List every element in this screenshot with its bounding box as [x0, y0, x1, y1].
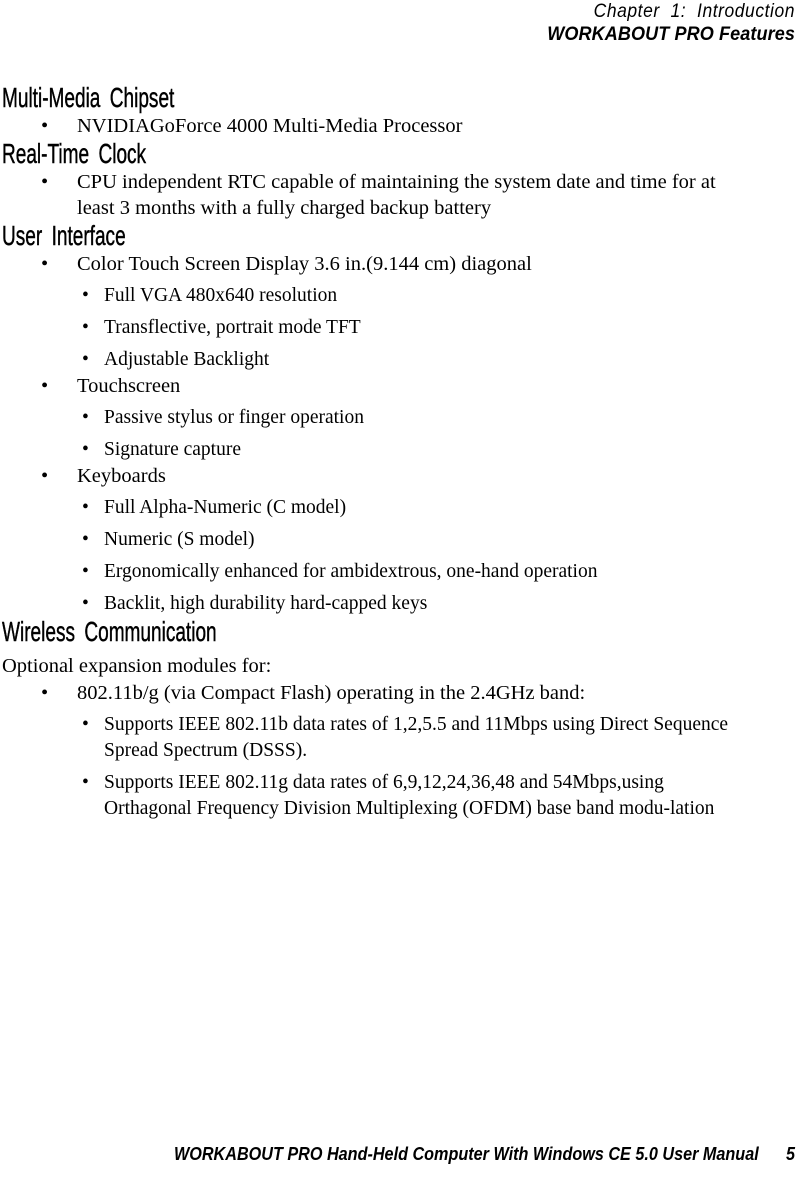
- bullet-glyph-icon: •: [41, 115, 49, 137]
- sub-list-item: • Full VGA 480x640 resolution: [77, 277, 747, 309]
- bullet-glyph-icon: •: [41, 465, 49, 487]
- bullet-list-multi-media-chipset: • NVIDIAGoForce 4000 Multi-Media Process…: [2, 113, 762, 139]
- list-item: • 802.11b/g (via Compact Flash) operatin…: [2, 680, 747, 822]
- list-item: • Color Touch Screen Display 3.6 in.(9.1…: [2, 251, 747, 373]
- list-item: • NVIDIAGoForce 4000 Multi-Media Process…: [2, 113, 747, 139]
- sub-list-item-text: Ergonomically enhanced for ambidextrous,…: [104, 561, 598, 582]
- bullet-glyph-icon: •: [82, 439, 89, 460]
- list-item-text: Color Touch Screen Display 3.6 in.(9.144…: [77, 253, 532, 275]
- sub-list-item: • Supports IEEE 802.11g data rates of 6,…: [77, 764, 747, 822]
- list-item-text: Keyboards: [77, 465, 166, 487]
- sub-list-item-text: Passive stylus or finger operation: [104, 407, 364, 428]
- sub-list-item-text: Signature capture: [104, 439, 241, 460]
- sub-bullet-list: • Passive stylus or finger operation • S…: [77, 399, 747, 463]
- sub-list-item-text: Full VGA 480x640 resolution: [104, 285, 338, 306]
- header-section-title: WORKABOUT PRO Features: [547, 24, 795, 45]
- sub-list-item-text: Supports IEEE 802.11g data rates of 6,9,…: [104, 772, 715, 819]
- sub-bullet-list: • Full Alpha-Numeric (C model) • Numeric…: [77, 489, 747, 617]
- sub-list-item: • Passive stylus or finger operation: [77, 399, 747, 431]
- header-chapter-label: Chapter 1: Introduction: [593, 1, 795, 22]
- sub-list-item-text: Numeric (S model): [104, 529, 255, 550]
- sub-list-item: • Adjustable Backlight: [77, 341, 747, 373]
- bullet-glyph-icon: •: [82, 714, 89, 735]
- bullet-glyph-icon: •: [41, 253, 49, 275]
- bullet-glyph-icon: •: [41, 375, 49, 397]
- sub-list-item: • Full Alpha-Numeric (C model): [77, 489, 747, 521]
- bullet-glyph-icon: •: [82, 529, 89, 550]
- list-item-text: Touchscreen: [77, 375, 181, 397]
- bullet-glyph-icon: •: [82, 285, 89, 306]
- bullet-glyph-icon: •: [82, 497, 89, 518]
- section-heading-user-interface: User Interface: [2, 220, 126, 251]
- running-footer: WORKABOUT PRO Hand-Held Computer With Wi…: [0, 1125, 795, 1183]
- bullet-glyph-icon: •: [82, 593, 89, 614]
- sub-bullet-list: • Supports IEEE 802.11b data rates of 1,…: [77, 706, 747, 822]
- list-item-text: CPU independent RTC capable of maintaini…: [77, 171, 716, 219]
- list-item: • Keyboards • Full Alpha-Numeric (C mode…: [2, 463, 747, 617]
- list-item: • Touchscreen • Passive stylus or finger…: [2, 373, 747, 463]
- page-content: Multi-Media Chipset • NVIDIAGoForce 4000…: [2, 82, 762, 822]
- section-heading-multi-media-chipset: Multi-Media Chipset: [2, 82, 175, 113]
- list-item: • CPU independent RTC capable of maintai…: [2, 169, 747, 221]
- list-item-text: 802.11b/g (via Compact Flash) operating …: [77, 682, 586, 704]
- list-item-text: NVIDIAGoForce 4000 Multi-Media Processor: [77, 115, 463, 137]
- sub-list-item-text: Transflective, portrait mode TFT: [104, 317, 361, 338]
- sub-list-item: • Signature capture: [77, 431, 747, 463]
- section-intro-paragraph: Optional expansion modules for:: [2, 655, 272, 677]
- sub-bullet-list: • Full VGA 480x640 resolution • Transfle…: [77, 277, 747, 373]
- sub-list-item: • Ergonomically enhanced for ambidextrou…: [77, 553, 747, 585]
- bullet-glyph-icon: •: [82, 317, 89, 338]
- bullet-glyph-icon: •: [41, 682, 49, 704]
- sub-list-item-text: Backlit, high durability hard-capped key…: [104, 593, 428, 614]
- running-header: Chapter 1: Introduction WORKABOUT PRO Fe…: [0, 0, 795, 47]
- bullet-glyph-icon: •: [82, 407, 89, 428]
- sub-list-item: • Transflective, portrait mode TFT: [77, 309, 747, 341]
- bullet-glyph-icon: •: [82, 772, 89, 793]
- sub-list-item: • Numeric (S model): [77, 521, 747, 553]
- section-heading-wireless-communication: Wireless Communication: [2, 616, 217, 647]
- bullet-list-user-interface: • Color Touch Screen Display 3.6 in.(9.1…: [2, 251, 762, 617]
- section-heading-real-time-clock: Real-Time Clock: [2, 138, 147, 169]
- sub-list-item-text: Full Alpha-Numeric (C model): [104, 497, 347, 518]
- document-page: Chapter 1: Introduction WORKABOUT PRO Fe…: [0, 0, 798, 1197]
- bullet-glyph-icon: •: [82, 561, 89, 582]
- bullet-glyph-icon: •: [41, 171, 49, 193]
- sub-list-item-text: Supports IEEE 802.11b data rates of 1,2,…: [104, 714, 729, 761]
- bullet-list-real-time-clock: • CPU independent RTC capable of maintai…: [2, 169, 762, 221]
- sub-list-item: • Backlit, high durability hard-capped k…: [77, 585, 747, 617]
- bullet-glyph-icon: •: [82, 349, 89, 370]
- footer-page-number: 5: [785, 1144, 795, 1164]
- sub-list-item-text: Adjustable Backlight: [104, 349, 270, 370]
- footer-manual-title: WORKABOUT PRO Hand-Held Computer With Wi…: [174, 1144, 759, 1164]
- sub-list-item: • Supports IEEE 802.11b data rates of 1,…: [77, 706, 747, 764]
- bullet-list-wireless-communication: • 802.11b/g (via Compact Flash) operatin…: [2, 680, 762, 822]
